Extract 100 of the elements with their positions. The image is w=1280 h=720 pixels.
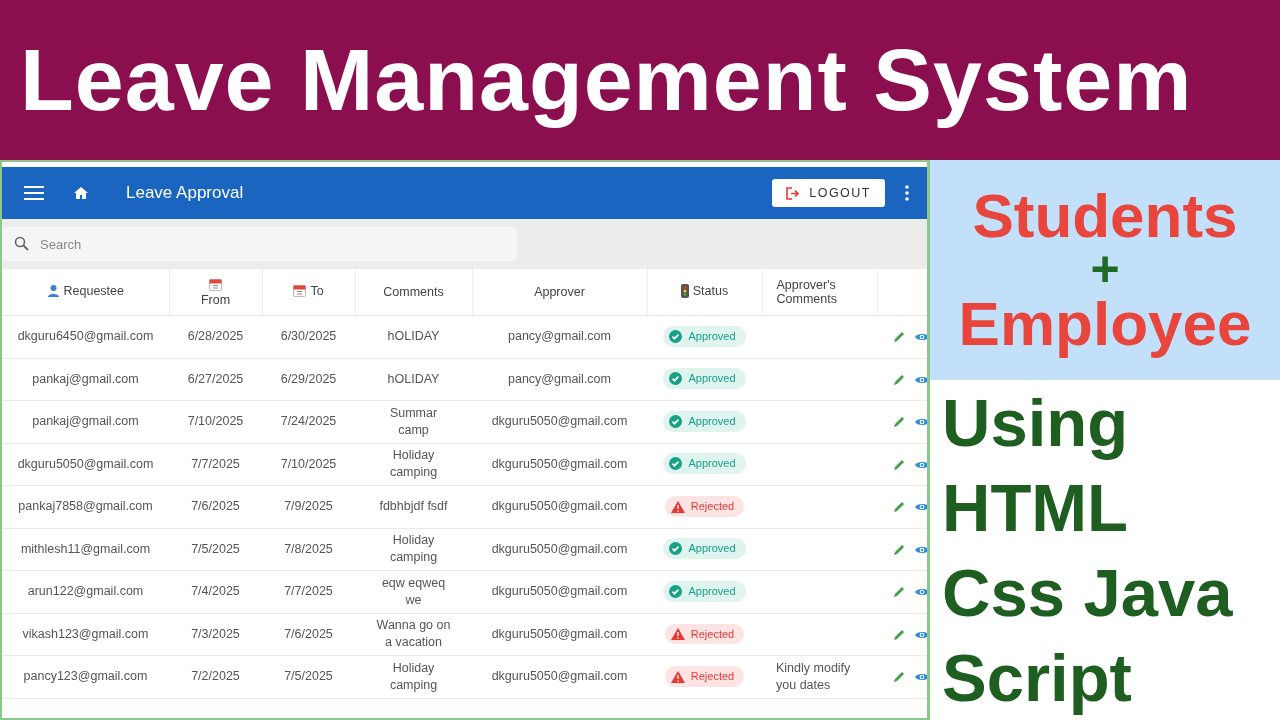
table-cell: arun122@gmail.com (2, 570, 169, 613)
table-cell: dkguru5050@gmail.com (472, 655, 647, 698)
audience-text: Students (972, 184, 1238, 248)
table-cell: pankaj@gmail.com (2, 358, 169, 401)
table-cell: dkguru5050@gmail.com (472, 443, 647, 486)
table-cell: hOLIDAY (355, 358, 472, 401)
table-cell: Holiday camping (355, 655, 472, 698)
table-cell: 7/9/2025 (262, 485, 355, 528)
table-cell: 6/29/2025 (262, 358, 355, 401)
table-cell: pankaj@gmail.com (2, 400, 169, 443)
pencil-icon[interactable] (893, 458, 905, 471)
table-cell: 7/24/2025 (262, 400, 355, 443)
status-chip: Approved (663, 368, 746, 390)
table-cell: fdbhbjdf fsdf (355, 485, 472, 528)
table-cell: dkguru6450@gmail.com (2, 315, 169, 358)
more-icon[interactable] (905, 185, 909, 201)
table-cell: 7/6/2025 (262, 613, 355, 656)
pencil-icon[interactable] (893, 373, 905, 386)
check-circle-icon (669, 457, 683, 471)
eye-icon[interactable] (915, 332, 927, 342)
traffic-light-icon (680, 283, 689, 298)
eye-icon[interactable] (915, 374, 927, 385)
eye-icon[interactable] (915, 417, 927, 427)
status-chip: Rejected (664, 496, 745, 517)
table-cell: 6/27/2025 (169, 358, 262, 401)
pencil-icon[interactable] (893, 501, 905, 513)
calendar-icon (209, 277, 222, 291)
table-cell: 6/28/2025 (169, 315, 262, 358)
table-cell: dkguru5050@gmail.com (472, 570, 647, 613)
table-cell: Holiday camping (355, 443, 472, 486)
table-cell: 7/7/2025 (262, 570, 355, 613)
home-icon[interactable] (74, 187, 88, 199)
pencil-icon[interactable] (893, 586, 905, 598)
table-cell: vikash123@gmail.com (2, 613, 169, 656)
page-title: Leave Approval (126, 183, 244, 203)
table-cell: Kindly modify you dates (776, 660, 851, 692)
check-circle-icon (669, 542, 683, 556)
calendar-icon (293, 284, 307, 298)
table-cell: pancy@gmail.com (472, 315, 647, 358)
table-cell: 7/6/2025 (169, 485, 262, 528)
table-cell: pankaj7858@gmail.com (2, 485, 169, 528)
column-header: Approver (472, 269, 647, 316)
eye-icon[interactable] (915, 587, 927, 597)
search-field[interactable]: Search (2, 227, 517, 261)
audience-text: + (1090, 247, 1120, 293)
table-cell: 7/5/2025 (169, 528, 262, 571)
column-header: To (262, 269, 355, 316)
column-header: Status (647, 269, 762, 316)
status-chip: Rejected (664, 666, 745, 687)
technology-text: Using HTML Css Java Script (942, 383, 1234, 717)
banner-title: Leave Management System (20, 29, 1193, 131)
logout-icon (786, 186, 800, 200)
table-cell: 7/4/2025 (169, 570, 262, 613)
table-cell: 7/3/2025 (169, 613, 262, 656)
table-cell: 7/5/2025 (262, 655, 355, 698)
search-icon (14, 236, 29, 251)
eye-icon[interactable] (915, 459, 927, 470)
pencil-icon[interactable] (893, 331, 905, 343)
table-cell: 7/10/2025 (169, 400, 262, 443)
table-cell: mithlesh11@gmail.com (2, 528, 169, 571)
table-cell: hOLIDAY (355, 315, 472, 358)
pencil-icon[interactable] (893, 628, 905, 641)
table-cell: dkguru5050@gmail.com (472, 528, 647, 571)
check-circle-icon (669, 414, 683, 428)
eye-icon[interactable] (915, 544, 927, 555)
warning-icon (670, 628, 685, 640)
status-chip: Approved (663, 410, 746, 432)
table-cell: 7/2/2025 (169, 655, 262, 698)
table-cell: 7/7/2025 (169, 443, 262, 486)
pencil-icon[interactable] (893, 543, 905, 556)
column-header: Approver's Comments (762, 269, 877, 316)
table-cell: pancy123@gmail.com (2, 655, 169, 698)
check-circle-icon (669, 329, 683, 343)
table-cell: 7/10/2025 (262, 443, 355, 486)
table-cell: dkguru5050@gmail.com (472, 400, 647, 443)
table-cell: dkguru5050@gmail.com (472, 613, 647, 656)
menu-icon[interactable] (24, 186, 44, 200)
status-chip: Approved (663, 453, 746, 475)
table-cell: dkguru5050@gmail.com (2, 443, 169, 486)
status-chip: Approved (663, 580, 746, 602)
table-cell: 6/30/2025 (262, 315, 355, 358)
logout-button[interactable]: LOGOUT (772, 179, 885, 207)
status-chip: Rejected (664, 623, 745, 645)
eye-icon[interactable] (915, 502, 927, 512)
table-cell: dkguru5050@gmail.com (472, 485, 647, 528)
eye-icon[interactable] (915, 629, 927, 640)
column-header: Requestee (2, 269, 169, 316)
check-circle-icon (669, 584, 683, 598)
eye-icon[interactable] (915, 672, 927, 682)
table-cell: Summar camp (355, 400, 472, 443)
table-cell: Holiday camping (355, 528, 472, 571)
warning-icon (670, 500, 685, 513)
pencil-icon[interactable] (893, 416, 905, 428)
person-icon (46, 284, 60, 298)
column-header: Comments (355, 269, 472, 316)
column-header: From (169, 269, 262, 316)
status-chip: Approved (663, 325, 746, 347)
table-cell: pancy@gmail.com (472, 358, 647, 401)
pencil-icon[interactable] (893, 671, 905, 683)
table-cell: 7/8/2025 (262, 528, 355, 571)
